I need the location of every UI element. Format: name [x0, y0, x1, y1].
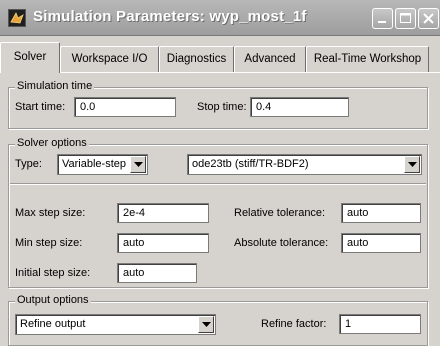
- min-step-size-input[interactable]: [117, 233, 209, 253]
- relative-tolerance-label: Relative tolerance:: [234, 207, 326, 219]
- close-icon: [423, 13, 434, 24]
- title-bar[interactable]: Simulation Parameters: wyp_most_1f: [0, 0, 440, 36]
- stop-time-label: Stop time:: [197, 101, 247, 113]
- chevron-down-icon: [202, 322, 211, 327]
- tab-advanced[interactable]: Advanced: [234, 46, 306, 72]
- solver-value: ode23tb (stiff/TR-BDF2): [192, 158, 309, 170]
- simulation-time-title: Simulation time: [15, 80, 95, 92]
- output-options-group: Output options Refine output Refine fact…: [8, 294, 428, 346]
- tab-real-time-workshop[interactable]: Real-Time Workshop: [306, 46, 429, 72]
- window-title: Simulation Parameters: wyp_most_1f: [33, 8, 307, 25]
- start-time-label: Start time:: [15, 101, 66, 113]
- maximize-icon: [400, 13, 411, 23]
- minimize-icon: [378, 21, 386, 23]
- chevron-down-icon: [134, 162, 143, 167]
- absolute-tolerance-input[interactable]: [341, 233, 421, 253]
- tab-workspace-io[interactable]: Workspace I/O: [60, 46, 159, 72]
- refine-factor-label: Refine factor:: [261, 318, 327, 330]
- simulation-time-group: Simulation time Start time: Stop time:: [8, 80, 428, 129]
- dropdown-button[interactable]: [130, 156, 146, 173]
- tab-diagnostics[interactable]: Diagnostics: [159, 46, 234, 72]
- solver-panel: Simulation time Start time: Stop time: S…: [0, 72, 440, 346]
- stop-time-input[interactable]: [250, 97, 349, 117]
- solver-options-title: Solver options: [15, 137, 89, 149]
- initial-step-size-input[interactable]: [117, 263, 197, 283]
- tab-strip: Solver Workspace I/O Diagnostics Advance…: [0, 40, 440, 73]
- initial-step-size-label: Initial step size:: [15, 267, 91, 279]
- dropdown-button[interactable]: [404, 156, 420, 173]
- start-time-input[interactable]: [74, 97, 176, 117]
- close-button[interactable]: [418, 8, 439, 29]
- dropdown-button[interactable]: [198, 316, 214, 333]
- solver-options-group: Solver options Type: Variable-step ode23…: [8, 137, 428, 288]
- minimize-button[interactable]: [372, 8, 393, 29]
- output-options-title: Output options: [15, 294, 91, 306]
- relative-tolerance-input[interactable]: [341, 203, 421, 223]
- chevron-down-icon: [408, 162, 417, 167]
- max-step-size-label: Max step size:: [15, 207, 86, 219]
- output-mode-value: Refine output: [20, 318, 86, 330]
- type-label: Type:: [15, 158, 42, 170]
- solver-options-separator: [10, 183, 426, 185]
- solver-type-value: Variable-step: [62, 158, 126, 170]
- output-mode-dropdown[interactable]: Refine output: [15, 314, 216, 335]
- min-step-size-label: Min step size:: [15, 237, 83, 249]
- app-icon[interactable]: [8, 9, 26, 27]
- maximize-button[interactable]: [395, 8, 416, 29]
- solver-dropdown[interactable]: ode23tb (stiff/TR-BDF2): [187, 154, 422, 175]
- solver-type-dropdown[interactable]: Variable-step: [57, 154, 148, 175]
- absolute-tolerance-label: Absolute tolerance:: [234, 237, 329, 249]
- refine-factor-input[interactable]: [339, 314, 421, 334]
- tab-solver[interactable]: Solver: [0, 42, 60, 73]
- max-step-size-input[interactable]: [117, 203, 209, 223]
